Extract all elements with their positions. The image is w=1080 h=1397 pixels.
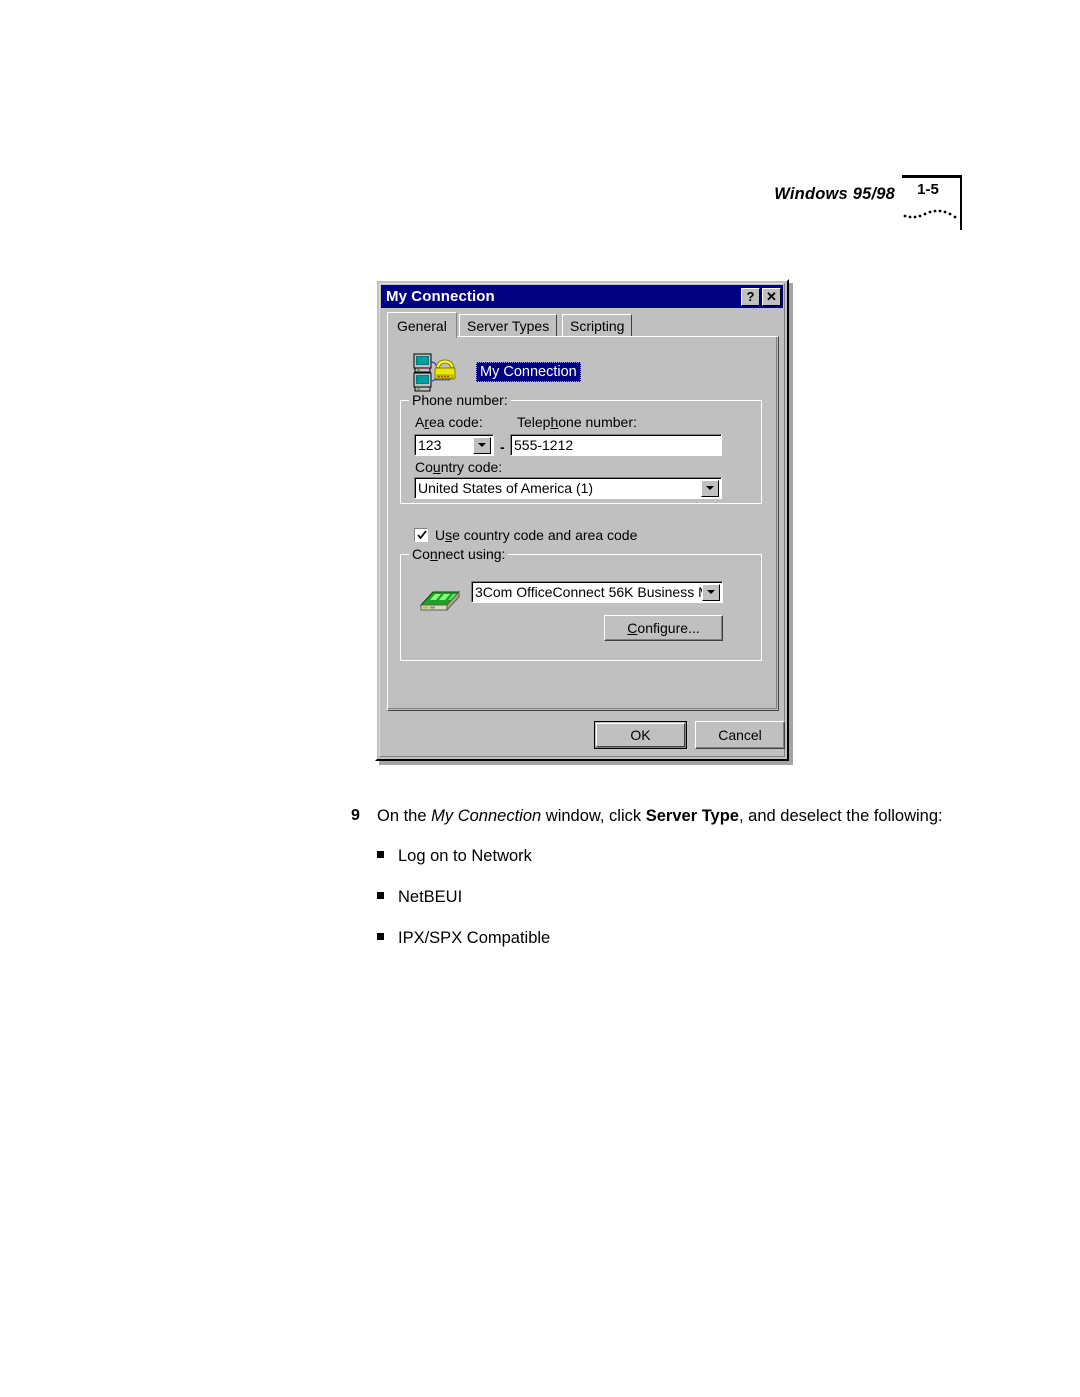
configure-button-label: Configure...	[627, 620, 699, 636]
close-icon[interactable]: ✕	[762, 287, 781, 306]
chevron-down-icon[interactable]	[701, 479, 719, 497]
list-item-label: IPX/SPX Compatible	[398, 929, 551, 947]
square-bullet-icon	[377, 851, 384, 858]
area-code-value[interactable]: 123	[415, 437, 473, 453]
instruction-block: 9 On the My Connection window, click Ser…	[351, 803, 951, 966]
page-corner-mark: 1-5	[902, 175, 962, 230]
list-item: Log on to Network	[377, 843, 951, 869]
step-text-bold: Server Type	[645, 807, 739, 825]
my-connection-dialog: My Connection ? ✕ General Server Types S…	[375, 279, 789, 761]
connect-using-mnemonic: n	[429, 546, 438, 562]
country-label-post: ntry code:	[440, 459, 503, 475]
configure-post: onfigure...	[637, 620, 700, 636]
telephone-number-value: 555-1212	[514, 437, 574, 453]
tab-scripting[interactable]: Scripting	[562, 314, 633, 337]
area-code-label: Area code:	[415, 414, 483, 430]
connect-using-group: Connect using: 3Com OfficeConnect 56K Bu…	[400, 546, 762, 661]
tabstrip: General Server Types Scripting	[387, 312, 779, 338]
checkbox-indicator[interactable]	[414, 528, 428, 542]
modem-device-icon	[417, 583, 463, 622]
dialog-title: My Connection	[386, 288, 495, 305]
page-header: Windows 95/98 1-5	[0, 175, 1080, 235]
area-code-label-post: ea code:	[429, 414, 483, 430]
telephone-number-input[interactable]: 555-1212	[510, 434, 722, 456]
step-text-part2: window, click	[541, 807, 646, 825]
cancel-button[interactable]: Cancel	[695, 721, 785, 749]
country-label-mnemonic: u	[432, 459, 441, 475]
cancel-button-label: Cancel	[718, 727, 762, 743]
ok-button-label: OK	[630, 727, 651, 743]
page-number: 1-5	[917, 181, 939, 198]
use-country-code-label: Use country code and area code	[435, 527, 637, 543]
deselect-list: Log on to Network NetBEUI IPX/SPX Compat…	[351, 843, 951, 951]
telephone-label-pre: Telep	[517, 414, 551, 430]
configure-button[interactable]: Configure...	[604, 615, 723, 641]
list-item: IPX/SPX Compatible	[377, 925, 951, 951]
dial-up-connection-icon	[413, 353, 456, 392]
step-text-part1: On the	[377, 807, 432, 825]
checkbox-label-pre: U	[435, 527, 446, 543]
modem-device-value[interactable]: 3Com OfficeConnect 56K Business Modem	[472, 584, 702, 600]
phone-separator: -	[500, 439, 505, 455]
country-label-pre: Co	[415, 459, 433, 475]
connect-using-pre: Co	[412, 546, 430, 562]
list-item-label: Log on to Network	[398, 847, 532, 865]
telephone-label-post: one number:	[558, 414, 637, 430]
dotted-wave-ornament	[903, 209, 957, 219]
list-item: NetBEUI	[377, 884, 951, 910]
country-code-combo[interactable]: United States of America (1)	[414, 477, 722, 499]
checkbox-label-post: e country code and area code	[452, 527, 638, 543]
configure-mnemonic: C	[627, 620, 638, 636]
connect-using-post: nect using:	[437, 546, 506, 562]
ok-button[interactable]: OK	[594, 721, 687, 749]
general-tab-panel: My Connection Phone number: Area code: T…	[387, 336, 779, 711]
running-title: Windows 95/98	[774, 185, 895, 203]
tab-general[interactable]: General	[387, 312, 457, 338]
step-9: 9 On the My Connection window, click Ser…	[351, 803, 951, 829]
modem-device-combo[interactable]: 3Com OfficeConnect 56K Business Modem	[471, 581, 723, 603]
area-code-label-pre: A	[415, 414, 425, 430]
area-code-combo[interactable]: 123	[414, 434, 494, 456]
list-item-label: NetBEUI	[398, 888, 463, 906]
check-icon	[417, 530, 427, 540]
country-code-value[interactable]: United States of America (1)	[415, 480, 701, 496]
corner-rule-top	[902, 175, 962, 178]
step-number: 9	[351, 807, 360, 824]
phone-number-group-title: Phone number:	[409, 392, 511, 408]
phone-number-group: Phone number: Area code: Telephone numbe…	[400, 392, 762, 504]
help-icon[interactable]: ?	[741, 287, 760, 306]
use-country-code-checkbox[interactable]: Use country code and area code	[414, 527, 637, 543]
square-bullet-icon	[377, 933, 384, 940]
square-bullet-icon	[377, 892, 384, 899]
chevron-down-icon[interactable]	[473, 436, 491, 454]
step-text-italic: My Connection	[431, 807, 542, 825]
connection-name-label[interactable]: My Connection	[476, 362, 581, 382]
step-text-part3: , and deselect the following:	[738, 807, 943, 825]
chevron-down-icon[interactable]	[702, 583, 720, 601]
connect-using-group-title: Connect using:	[409, 546, 509, 562]
tab-server-types[interactable]: Server Types	[459, 314, 558, 337]
connection-identity-row: My Connection	[412, 352, 581, 392]
dialog-titlebar: My Connection ? ✕	[381, 285, 783, 308]
country-code-label: Country code:	[415, 459, 502, 475]
corner-rule-right	[959, 175, 962, 230]
telephone-number-label: Telephone number:	[517, 414, 637, 430]
